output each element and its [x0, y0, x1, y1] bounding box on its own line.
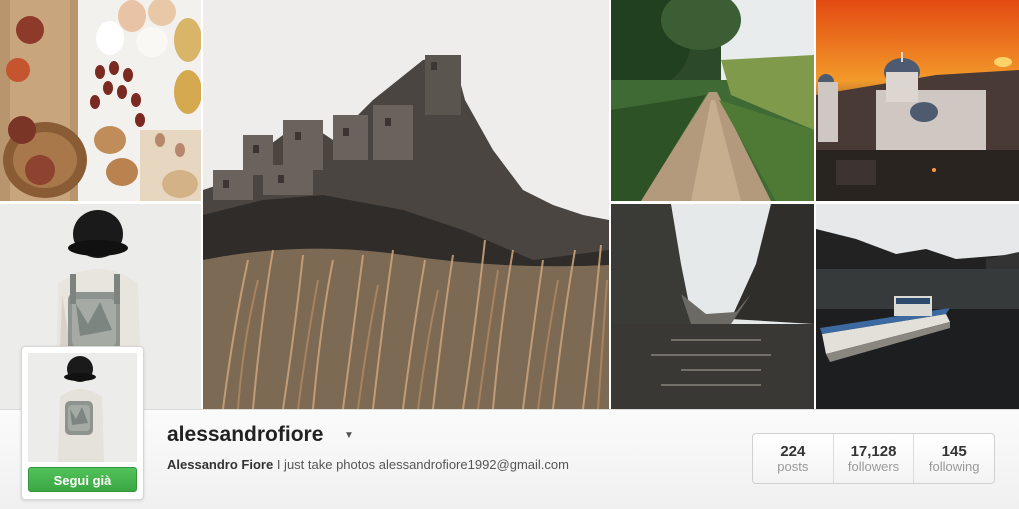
stat-posts-label: posts — [777, 459, 809, 474]
profile-bio-text: I just take photos alessandrofiore1992@g… — [276, 457, 569, 472]
stat-followers-label: followers — [847, 459, 900, 474]
photo-sunset-church[interactable] — [816, 0, 1019, 201]
profile-bio: Alessandro Fiore I just take photos ales… — [167, 457, 569, 472]
photo-country-road[interactable] — [611, 0, 814, 201]
cover-photo-grid — [0, 0, 1019, 409]
stat-posts-value: 224 — [780, 443, 806, 460]
caret-down-icon[interactable]: ▼ — [344, 430, 354, 441]
profile-username: alessandrofiore — [167, 423, 324, 446]
stat-followers[interactable]: 17,128 followers — [832, 434, 914, 483]
stat-following-label: following — [928, 459, 980, 474]
photo-boat-lake[interactable] — [816, 204, 1019, 409]
photo-food-still-life[interactable] — [0, 0, 201, 201]
stat-posts[interactable]: 224 posts — [753, 434, 833, 483]
stat-followers-value: 17,128 — [850, 443, 897, 460]
profile-stats: 224 posts 17,128 followers 145 following — [752, 433, 995, 484]
photo-canyon-river[interactable] — [611, 204, 814, 409]
avatar[interactable] — [28, 353, 137, 462]
photo-castle-ruins[interactable] — [203, 0, 609, 409]
stat-following[interactable]: 145 following — [913, 434, 994, 483]
stat-following-value: 145 — [941, 443, 967, 460]
follow-button[interactable]: Segui già — [28, 467, 137, 492]
profile-full-name: Alessandro Fiore — [167, 457, 274, 472]
profile-avatar-card: Segui già — [21, 346, 144, 500]
